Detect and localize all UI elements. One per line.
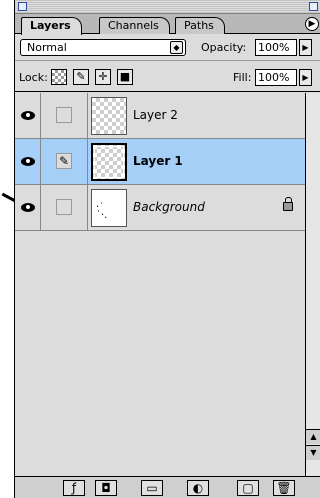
lock-icon xyxy=(283,197,293,211)
layers-scrollbar[interactable]: ▲ ▼ xyxy=(305,93,320,476)
panel-menu-icon[interactable]: ▶ xyxy=(305,17,319,31)
collapse-box-icon[interactable] xyxy=(309,2,318,11)
brush-icon: ✎ xyxy=(56,153,72,169)
lock-all-lock-icon[interactable]: ■ xyxy=(117,69,133,85)
scroll-up-icon[interactable]: ▲ xyxy=(306,429,320,444)
layer-style-icon[interactable]: ƒ xyxy=(63,480,85,496)
layers-bottom-toolbar: ƒ ◘ ▭ ◐ ▢ 🗑 xyxy=(15,476,320,498)
visibility-toggle[interactable] xyxy=(15,185,41,230)
layer-row-layer-1[interactable]: ✎ Layer 1 xyxy=(15,139,305,185)
layer-row-layer-2[interactable]: Layer 2 xyxy=(15,93,305,139)
link-cell[interactable] xyxy=(42,93,88,138)
panel-title-bar[interactable] xyxy=(15,0,320,14)
new-layer-icon[interactable]: ▢ xyxy=(237,480,259,496)
layer-row-background[interactable]: ·˙ ˙·. Background xyxy=(15,185,305,231)
panel-tabs: Layers Channels Paths ▶ xyxy=(15,14,320,35)
lock-pixels-brush-icon[interactable]: ✎ xyxy=(73,69,89,85)
link-box[interactable] xyxy=(56,107,72,123)
new-group-folder-icon[interactable]: ▭ xyxy=(141,480,163,496)
layer-thumbnail xyxy=(91,143,127,181)
adjustment-layer-icon[interactable]: ◐ xyxy=(187,480,209,496)
link-cell[interactable] xyxy=(42,185,88,230)
chevron-updown-icon: ◆ xyxy=(170,41,183,54)
layer-thumbnail: ·˙ ˙·. xyxy=(91,189,127,227)
fill-label: Fill: xyxy=(233,71,252,84)
tab-layers[interactable]: Layers xyxy=(21,17,82,35)
layer-name: Layer 2 xyxy=(133,108,178,122)
layer-thumbnail xyxy=(91,97,127,135)
lock-position-move-icon[interactable]: ✛ xyxy=(95,69,111,85)
lock-label: Lock: xyxy=(19,71,48,84)
link-cell[interactable]: ✎ xyxy=(42,139,88,184)
eye-icon xyxy=(21,157,35,166)
lock-transparency-button[interactable] xyxy=(51,69,67,85)
visibility-toggle[interactable] xyxy=(15,93,41,138)
layer-name: Layer 1 xyxy=(133,154,183,168)
eye-icon xyxy=(21,111,35,120)
close-box-icon[interactable] xyxy=(18,2,27,11)
scroll-down-icon[interactable]: ▼ xyxy=(306,445,320,460)
blend-row: Normal ◆ Opacity: 100% ▶ xyxy=(15,35,320,61)
link-box[interactable] xyxy=(56,199,72,215)
opacity-input[interactable]: 100% xyxy=(255,39,297,56)
eye-icon xyxy=(21,203,35,212)
blend-mode-value: Normal xyxy=(27,41,67,54)
trash-icon[interactable]: 🗑 xyxy=(273,480,295,496)
layer-name: Background xyxy=(133,200,205,214)
blend-mode-select[interactable]: Normal ◆ xyxy=(20,39,186,56)
tab-channels[interactable]: Channels xyxy=(99,17,170,34)
fill-input[interactable]: 100% xyxy=(255,69,297,86)
add-mask-icon[interactable]: ◘ xyxy=(95,480,117,496)
thumbnail-dots: ·˙ ˙·. xyxy=(96,202,108,221)
visibility-toggle[interactable] xyxy=(15,139,41,184)
opacity-label: Opacity: xyxy=(201,41,247,54)
lock-row: Lock: ✎ ✛ ■ Fill: 100% ▶ xyxy=(15,62,320,92)
tab-paths[interactable]: Paths xyxy=(175,17,225,34)
opacity-slider-button[interactable]: ▶ xyxy=(299,39,312,56)
layers-list: Layer 2 ✎ Layer 1 ·˙ ˙·. Background xyxy=(15,93,305,476)
fill-slider-button[interactable]: ▶ xyxy=(299,69,312,86)
layers-panel: Layers Channels Paths ▶ Normal ◆ Opacity… xyxy=(14,0,320,498)
